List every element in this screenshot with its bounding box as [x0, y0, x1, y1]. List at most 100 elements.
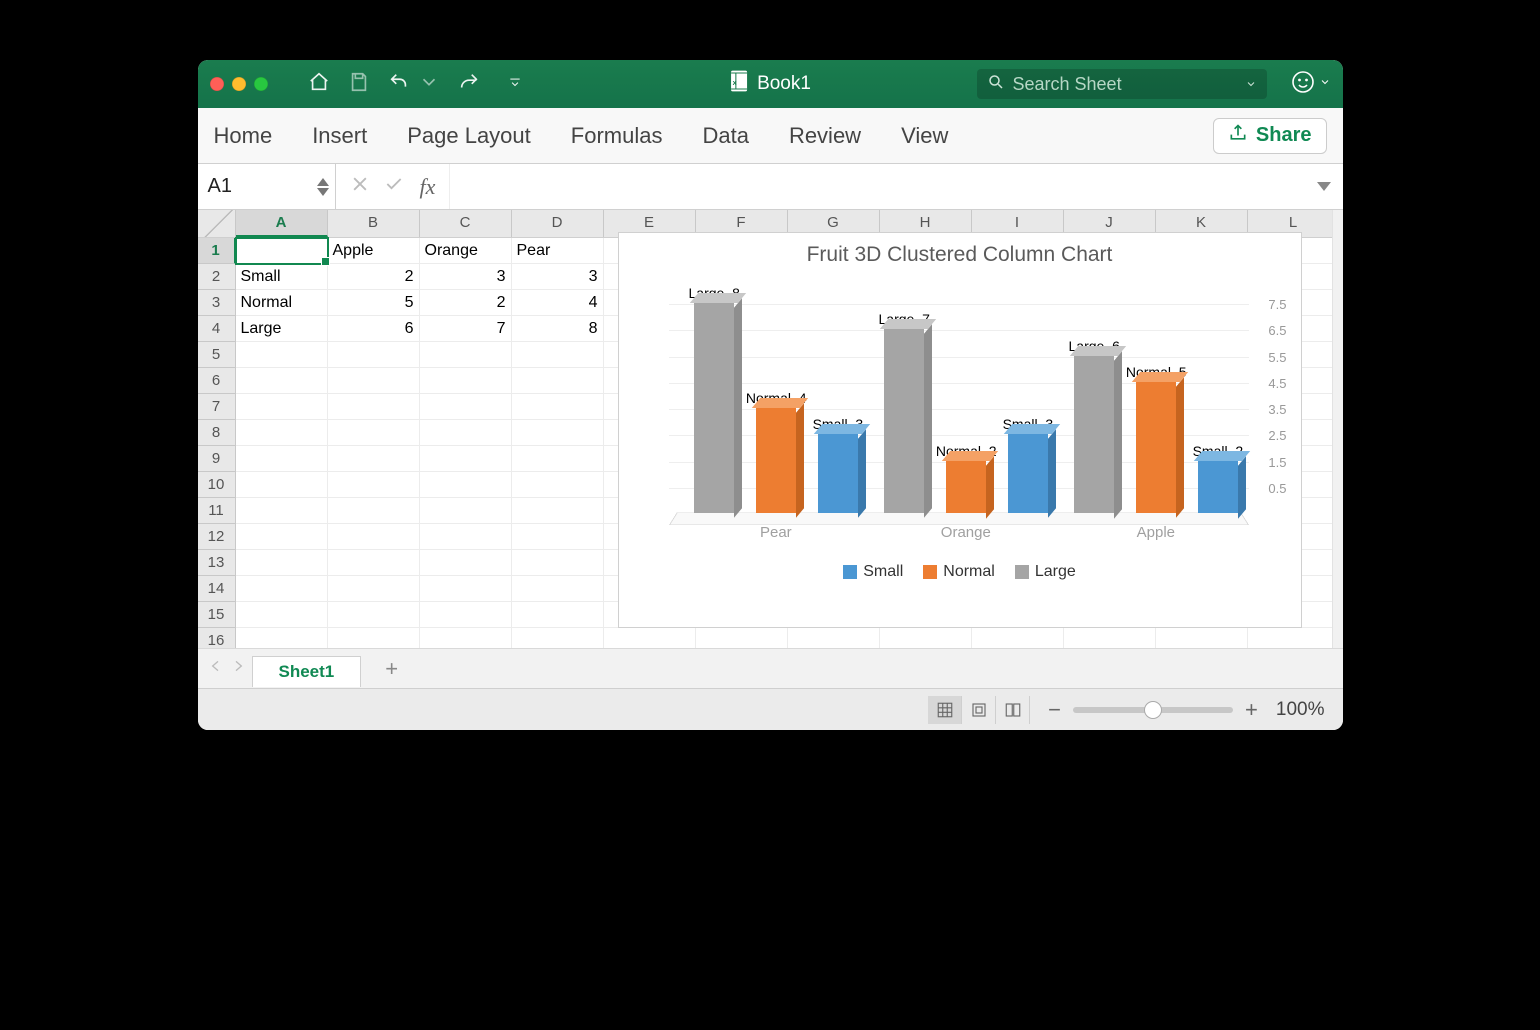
cell-B5[interactable] [328, 342, 420, 368]
select-all-corner[interactable] [198, 210, 236, 237]
row-header-4[interactable]: 4 [198, 316, 236, 342]
cell-B13[interactable] [328, 550, 420, 576]
row-header-12[interactable]: 12 [198, 524, 236, 550]
feedback-button[interactable] [1291, 70, 1331, 99]
cell-B6[interactable] [328, 368, 420, 394]
row-header-11[interactable]: 11 [198, 498, 236, 524]
zoom-out-button[interactable]: − [1048, 697, 1061, 723]
zoom-value[interactable]: 100% [1276, 699, 1325, 721]
cell-B14[interactable] [328, 576, 420, 602]
search-box[interactable]: Search Sheet [977, 69, 1267, 99]
bar-Orange-Normal[interactable] [946, 461, 986, 514]
cell-B11[interactable] [328, 498, 420, 524]
cell-B12[interactable] [328, 524, 420, 550]
cell-B15[interactable] [328, 602, 420, 628]
cell-C4[interactable]: 7 [420, 316, 512, 342]
row-header-6[interactable]: 6 [198, 368, 236, 394]
cell-D4[interactable]: 8 [512, 316, 604, 342]
cell-C13[interactable] [420, 550, 512, 576]
row-header-14[interactable]: 14 [198, 576, 236, 602]
cell-A16[interactable] [236, 628, 328, 648]
cell-C1[interactable]: Orange [420, 238, 512, 264]
row-header-1[interactable]: 1 [198, 238, 236, 264]
cell-D6[interactable] [512, 368, 604, 394]
vertical-scrollbar[interactable] [1332, 210, 1343, 648]
view-page-layout[interactable] [962, 696, 996, 724]
column-header-C[interactable]: C [420, 210, 512, 237]
cell-D13[interactable] [512, 550, 604, 576]
row-header-13[interactable]: 13 [198, 550, 236, 576]
save-icon[interactable] [348, 71, 370, 98]
row-header-9[interactable]: 9 [198, 446, 236, 472]
cell-A14[interactable] [236, 576, 328, 602]
cell-A15[interactable] [236, 602, 328, 628]
cell-A9[interactable] [236, 446, 328, 472]
redo-icon[interactable] [458, 71, 480, 98]
sheet-tab-active[interactable]: Sheet1 [252, 656, 362, 687]
cell-B1[interactable]: Apple [328, 238, 420, 264]
bar-Pear-Normal[interactable] [756, 408, 796, 513]
cell-D1[interactable]: Pear [512, 238, 604, 264]
cell-C7[interactable] [420, 394, 512, 420]
home-icon[interactable] [308, 71, 330, 98]
bar-Orange-Large[interactable] [884, 329, 924, 513]
cell-D14[interactable] [512, 576, 604, 602]
cell-B10[interactable] [328, 472, 420, 498]
worksheet-grid[interactable]: ABCDEFGHIJKL 1AppleOrangePear2Small2333N… [198, 210, 1343, 648]
cell-B2[interactable]: 2 [328, 264, 420, 290]
cell-A2[interactable]: Small [236, 264, 328, 290]
minimize-window-button[interactable] [232, 77, 246, 91]
cell-A13[interactable] [236, 550, 328, 576]
share-button[interactable]: Share [1213, 118, 1327, 154]
cell-C12[interactable] [420, 524, 512, 550]
cell-D3[interactable]: 4 [512, 290, 604, 316]
cell-B7[interactable] [328, 394, 420, 420]
column-header-D[interactable]: D [512, 210, 604, 237]
cell-D8[interactable] [512, 420, 604, 446]
row-header-7[interactable]: 7 [198, 394, 236, 420]
cell-F16[interactable] [696, 628, 788, 648]
embedded-chart[interactable]: Fruit 3D Clustered Column Chart Large, 8… [618, 232, 1302, 628]
cell-A10[interactable] [236, 472, 328, 498]
sheet-nav-next[interactable] [230, 658, 246, 679]
cancel-formula-icon[interactable] [350, 174, 370, 199]
row-header-2[interactable]: 2 [198, 264, 236, 290]
cell-C14[interactable] [420, 576, 512, 602]
cell-C5[interactable] [420, 342, 512, 368]
cell-D15[interactable] [512, 602, 604, 628]
cell-A11[interactable] [236, 498, 328, 524]
cell-K16[interactable] [1156, 628, 1248, 648]
row-header-3[interactable]: 3 [198, 290, 236, 316]
row-header-5[interactable]: 5 [198, 342, 236, 368]
cell-A12[interactable] [236, 524, 328, 550]
column-header-A[interactable]: A [236, 210, 328, 237]
cell-B9[interactable] [328, 446, 420, 472]
undo-dropdown-icon[interactable] [418, 71, 440, 98]
ribbon-tab-insert[interactable]: Insert [312, 123, 367, 149]
enter-formula-icon[interactable] [384, 174, 404, 199]
row-header-16[interactable]: 16 [198, 628, 236, 648]
cell-I16[interactable] [972, 628, 1064, 648]
cell-C8[interactable] [420, 420, 512, 446]
view-page-break[interactable] [996, 696, 1030, 724]
cell-A1[interactable] [236, 238, 328, 264]
bar-Orange-Small[interactable] [1008, 434, 1048, 513]
bar-Apple-Small[interactable] [1198, 461, 1238, 514]
view-normal[interactable] [928, 696, 962, 724]
bar-Apple-Normal[interactable] [1136, 382, 1176, 513]
cell-D7[interactable] [512, 394, 604, 420]
cell-D11[interactable] [512, 498, 604, 524]
undo-icon[interactable] [388, 71, 410, 98]
cell-C15[interactable] [420, 602, 512, 628]
cell-J16[interactable] [1064, 628, 1156, 648]
ribbon-tab-data[interactable]: Data [702, 123, 748, 149]
zoom-slider[interactable] [1073, 707, 1233, 713]
bar-Pear-Large[interactable] [694, 303, 734, 513]
ribbon-tab-review[interactable]: Review [789, 123, 861, 149]
cell-D16[interactable] [512, 628, 604, 648]
cell-C11[interactable] [420, 498, 512, 524]
column-header-B[interactable]: B [328, 210, 420, 237]
ribbon-tab-view[interactable]: View [901, 123, 948, 149]
cell-D10[interactable] [512, 472, 604, 498]
cell-E16[interactable] [604, 628, 696, 648]
